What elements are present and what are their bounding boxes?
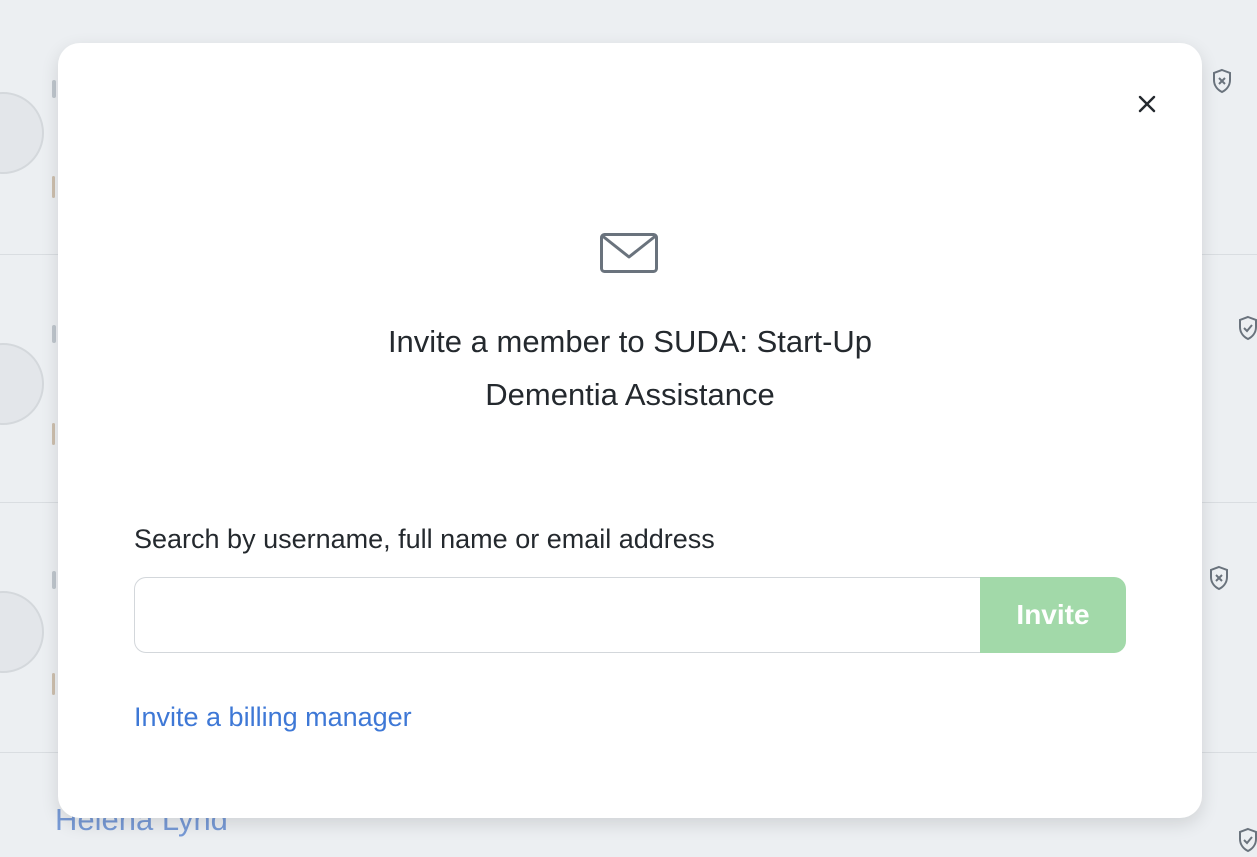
invite-member-dialog: Invite a member to SUDA: Start-Up Dement… bbox=[58, 43, 1202, 818]
close-icon bbox=[1137, 94, 1157, 114]
search-label: Search by username, full name or email a… bbox=[134, 524, 715, 554]
shield-check-icon bbox=[1237, 827, 1257, 853]
mail-icon bbox=[600, 233, 658, 273]
shield-x-icon bbox=[1208, 565, 1230, 591]
member-name-fragment bbox=[52, 571, 56, 589]
member-role-fragment bbox=[52, 423, 55, 445]
member-role-fragment bbox=[52, 673, 55, 695]
avatar bbox=[0, 343, 44, 425]
member-search-input[interactable] bbox=[134, 577, 982, 653]
avatar bbox=[0, 92, 44, 174]
invite-billing-manager-link[interactable]: Invite a billing manager bbox=[134, 702, 412, 733]
member-name-fragment bbox=[52, 80, 56, 98]
avatar bbox=[0, 591, 44, 673]
member-role-fragment bbox=[52, 176, 55, 198]
shield-check-icon bbox=[1237, 315, 1257, 341]
invite-button[interactable]: Invite bbox=[980, 577, 1126, 653]
member-name-fragment bbox=[52, 325, 56, 343]
invite-search-group: Invite bbox=[134, 577, 1126, 653]
close-button[interactable] bbox=[1132, 89, 1162, 119]
shield-x-icon bbox=[1211, 68, 1233, 94]
dialog-title: Invite a member to SUDA: Start-Up Dement… bbox=[387, 324, 873, 412]
